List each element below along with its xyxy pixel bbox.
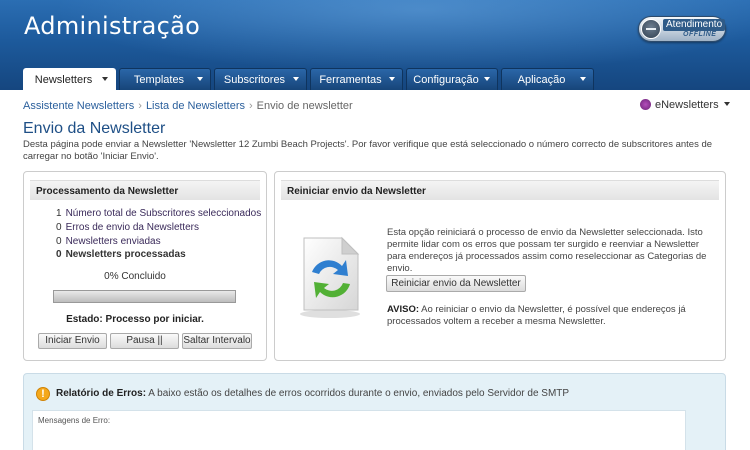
support-status: OFFLINE (683, 31, 717, 38)
process-status: Estado: Processo por iniciar. (66, 314, 204, 325)
chevron-down-icon[interactable] (484, 77, 490, 81)
enewsletters-menu[interactable]: eNewsletters (640, 99, 730, 111)
tab-aplicacao[interactable]: Aplicação (501, 68, 594, 90)
stat-processed: 0 Newsletters processadas (56, 249, 186, 260)
chevron-down-icon[interactable] (293, 77, 299, 81)
chevron-down-icon[interactable] (580, 77, 586, 81)
error-report-header: Relatório de Erros: A baixo estão os det… (56, 388, 569, 399)
stat-label: Erros de envio da Newsletters (65, 222, 199, 233)
restart-description: Esta opção reiniciará o processo de envi… (387, 227, 707, 274)
enewsletters-label: eNewsletters (655, 99, 719, 111)
breadcrumb-separator: › (138, 100, 142, 112)
warning-label: AVISO: (387, 304, 420, 315)
stat-label: Newsletters processadas (65, 249, 186, 260)
refresh-document-icon (298, 236, 364, 323)
enewsletters-icon (640, 99, 651, 110)
percent-complete: 0% Concluido (104, 271, 166, 282)
breadcrumb-link-assistant[interactable]: Assistente Newsletters (23, 100, 134, 112)
tab-configuracao[interactable]: Configuração (406, 68, 498, 90)
chevron-down-icon[interactable] (197, 77, 203, 81)
stat-value: 0 (56, 249, 62, 260)
stat-value: 0 (56, 236, 62, 247)
stat-label: Número total de Subscritores seleccionad… (65, 208, 262, 219)
restart-warning: AVISO: Ao reiniciar o envio da Newslette… (387, 304, 707, 328)
chevron-down-icon[interactable] (389, 77, 395, 81)
page-intro: Desta página pode enviar a Newsletter 'N… (23, 139, 713, 162)
error-report-text: A baixo estão os detalhes de erros ocorr… (146, 388, 570, 399)
breadcrumb: Assistente Newsletters › Lista de Newslett… (23, 100, 353, 112)
app-title: Administração (24, 12, 201, 40)
tab-ferramentas[interactable]: Ferramentas (310, 68, 403, 90)
chevron-down-icon[interactable] (102, 77, 108, 81)
page-title: Envio da Newsletter (23, 120, 166, 137)
restart-panel-title: Reiniciar envio da Newsletter (281, 180, 719, 200)
stat-send-errors: 0 Erros de envio da Newsletters (56, 222, 199, 233)
tab-newsletters[interactable]: Newsletters (23, 68, 116, 90)
error-messages-label: Mensagens de Erro: (38, 416, 111, 425)
tab-subscritores[interactable]: Subscritores (214, 68, 307, 90)
pause-button[interactable]: Pausa || (110, 333, 179, 349)
progress-bar (53, 290, 236, 303)
restart-send-button[interactable]: Reiniciar envio da Newsletter (386, 275, 526, 292)
stat-value: 1 (56, 208, 62, 219)
breadcrumb-link-list[interactable]: Lista de Newsletters (146, 100, 245, 112)
warning-text: Ao reiniciar o envio da Newsletter, é po… (387, 304, 686, 327)
chevron-down-icon (723, 102, 730, 106)
processing-panel-title: Processamento da Newsletter (30, 180, 260, 200)
error-report-label: Relatório de Erros: (56, 388, 147, 399)
skip-interval-button[interactable]: Saltar Intervalo (182, 333, 252, 349)
stat-label: Newsletters enviadas (65, 236, 161, 247)
warning-icon: ! (36, 387, 50, 401)
app-header: Administração Atendimento OFFLINE Newsle… (0, 0, 750, 90)
stat-sent: 0 Newsletters enviadas (56, 236, 161, 247)
breadcrumb-current: Envio de newsletter (256, 100, 353, 112)
start-send-button[interactable]: Iniciar Envio (38, 333, 107, 349)
stat-value: 0 (56, 222, 62, 233)
breadcrumb-separator: › (248, 100, 253, 112)
support-status-button[interactable]: Atendimento OFFLINE (638, 16, 726, 42)
error-report-panel: ! Relatório de Erros: A baixo estão os d… (23, 373, 726, 450)
error-messages-box[interactable]: Mensagens de Erro: (32, 410, 686, 450)
tab-templates[interactable]: Templates (119, 68, 211, 90)
support-label: Atendimento (663, 19, 726, 31)
support-icon (641, 19, 661, 39)
stat-total-subscribers: 1 Número total de Subscritores selecciona… (56, 208, 261, 219)
